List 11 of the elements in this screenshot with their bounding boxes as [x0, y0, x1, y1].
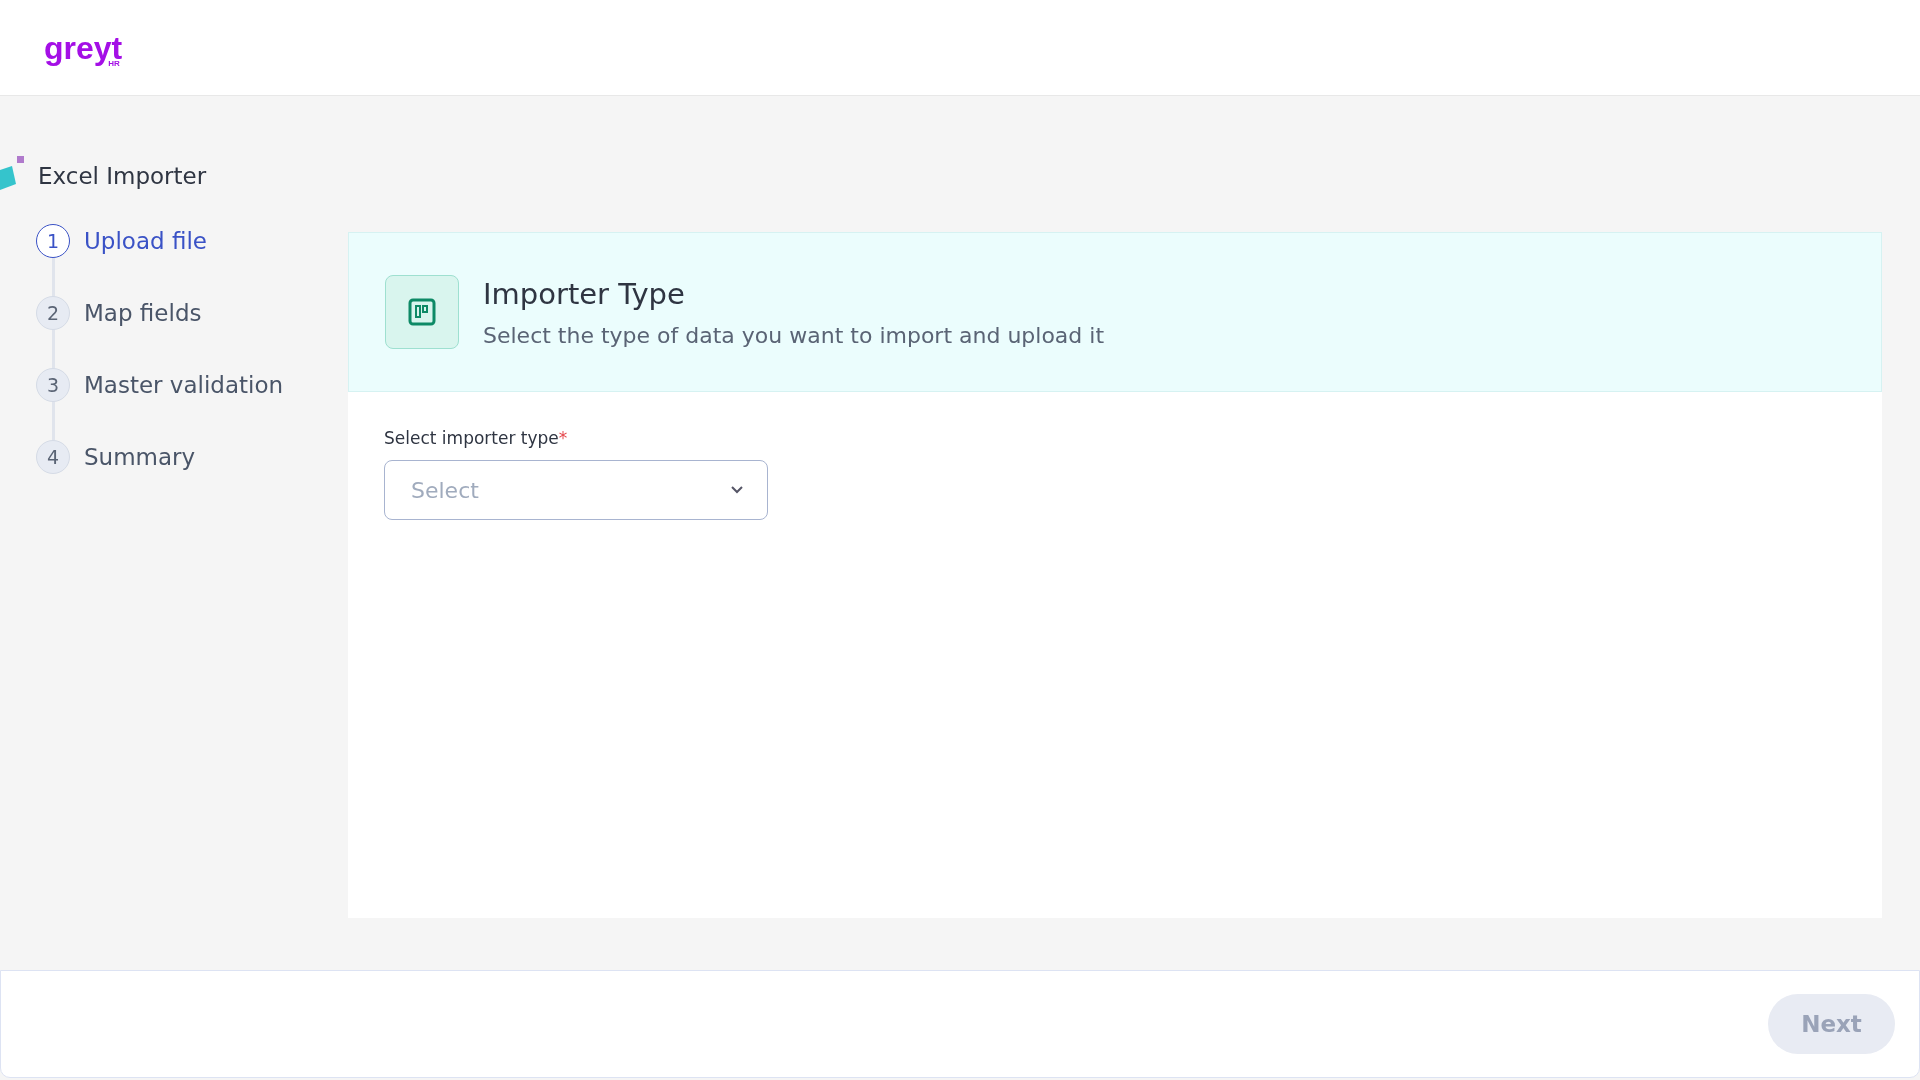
step-item[interactable]: 2 Map fields — [36, 296, 202, 330]
field-label: Select importer type* — [384, 428, 568, 448]
step-item[interactable]: 1 Upload file — [36, 224, 207, 258]
board-icon — [385, 275, 459, 349]
panel-title: Importer Type — [483, 276, 686, 311]
caret-icon — [731, 486, 743, 494]
step-item[interactable]: 4 Summary — [36, 440, 196, 474]
panel-subtitle: Select the type of data you want to import and upload it — [483, 322, 1105, 348]
importer-title: Excel Importer — [38, 163, 207, 189]
logo[interactable]: greytHR — [44, 31, 120, 64]
step-item[interactable]: 3 Master validation — [36, 368, 284, 402]
